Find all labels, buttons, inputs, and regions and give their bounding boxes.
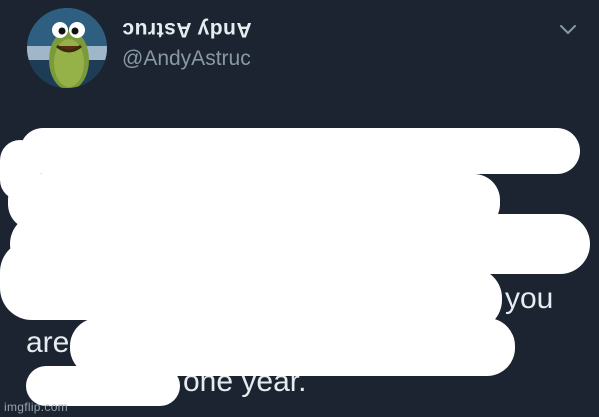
tweet-text-fragment: are (26, 326, 70, 359)
tweet-text-fragment: you (505, 282, 554, 315)
profile-avatar[interactable] (27, 8, 107, 88)
watermark: imgflip.com (4, 400, 68, 414)
cartoon-avatar-icon (27, 8, 107, 88)
username-handle[interactable]: @AndyAstruc (122, 47, 251, 71)
chevron-down-icon[interactable] (558, 22, 578, 38)
tweet-text-fragment: one year. (183, 365, 307, 398)
tweet-card: Andy Astruc @AndyAstruc you are one year… (0, 0, 599, 417)
display-name[interactable]: Andy Astruc (122, 17, 252, 41)
